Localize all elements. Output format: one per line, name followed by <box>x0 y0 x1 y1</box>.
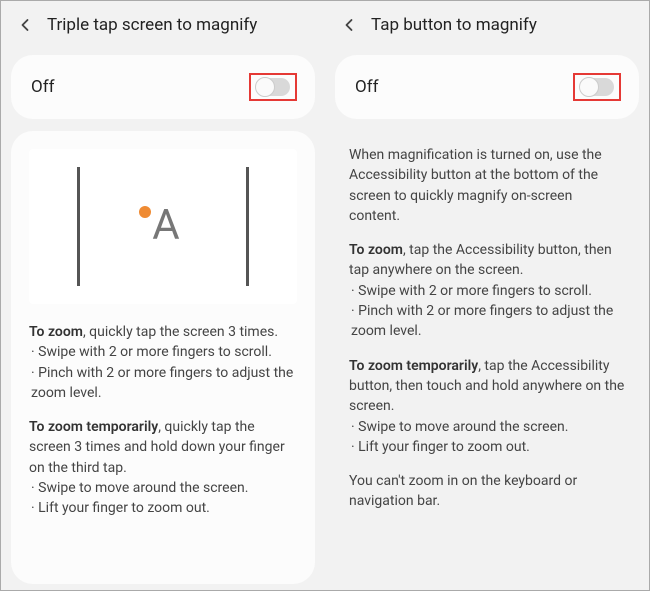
toggle-card-right: Off <box>335 55 639 119</box>
zoom-instructions: To zoom, tap the Accessibility button, t… <box>349 240 625 341</box>
toggle-switch-right[interactable] <box>580 78 614 96</box>
content-right: When magnification is turned on, use the… <box>335 131 639 532</box>
guide-line-left <box>77 167 80 286</box>
back-icon[interactable] <box>339 15 359 35</box>
toggle-card-left: Off <box>11 55 315 119</box>
page-title-left: Triple tap screen to magnify <box>47 15 257 35</box>
highlight-box-left <box>249 73 297 101</box>
content-left: A To zoom, quickly tap the screen 3 time… <box>11 131 315 584</box>
page-title-right: Tap button to magnify <box>371 15 537 35</box>
pointer-dot-icon <box>139 206 151 218</box>
zoom-temp-instructions: To zoom temporarily, tap the Accessibili… <box>349 356 625 457</box>
back-icon[interactable] <box>15 15 35 35</box>
left-panel: Triple tap screen to magnify Off A To zo… <box>1 1 325 590</box>
zoom-temp-instructions: To zoom temporarily, quickly tap the scr… <box>29 417 297 518</box>
zoom-instructions: To zoom, quickly tap the screen 3 times.… <box>29 322 297 403</box>
highlight-box-right <box>573 73 621 101</box>
intro-text: When magnification is turned on, use the… <box>349 145 625 226</box>
guide-line-right <box>246 167 249 286</box>
magnify-illustration: A <box>29 149 297 304</box>
toggle-label-left: Off <box>31 77 55 97</box>
right-panel: Tap button to magnify Off When magnifica… <box>325 1 649 590</box>
toggle-label-right: Off <box>355 77 379 97</box>
letter-a-icon: A <box>152 196 179 257</box>
note-text: You can't zoom in on the keyboard or nav… <box>349 471 625 512</box>
header-left: Triple tap screen to magnify <box>1 1 325 49</box>
toggle-switch-left[interactable] <box>256 78 290 96</box>
header-right: Tap button to magnify <box>325 1 649 49</box>
